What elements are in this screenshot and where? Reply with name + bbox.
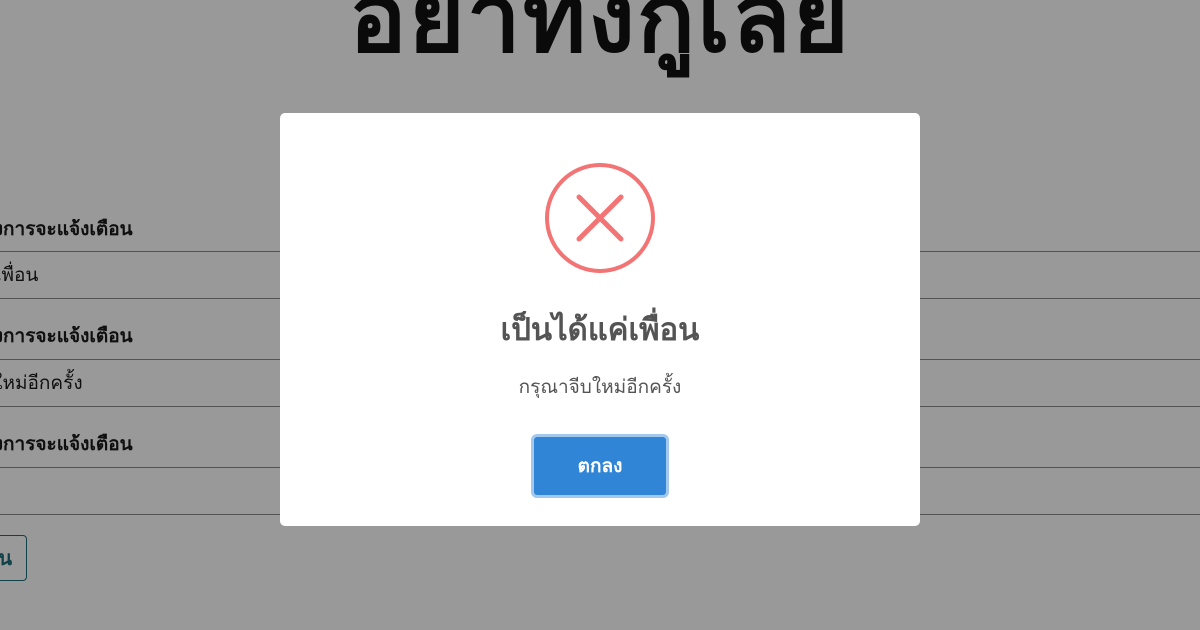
modal-title: เป็นได้แค่เพื่อน (500, 312, 700, 348)
alert-modal: เป็นได้แค่เพื่อน กรุณาจีบใหม่อีกครั้ง ตก… (280, 113, 920, 526)
error-x-icon (544, 162, 656, 274)
modal-message: กรุณาจีบใหม่อีกครั้ง (518, 376, 682, 398)
confirm-button[interactable]: ตกลง (531, 434, 669, 498)
page: อย่าทิ้งกูเลย ต้องการจะแจ้งเตือน แค่เพื่… (0, 0, 1200, 630)
confirm-button-label: ตกลง (534, 437, 666, 495)
